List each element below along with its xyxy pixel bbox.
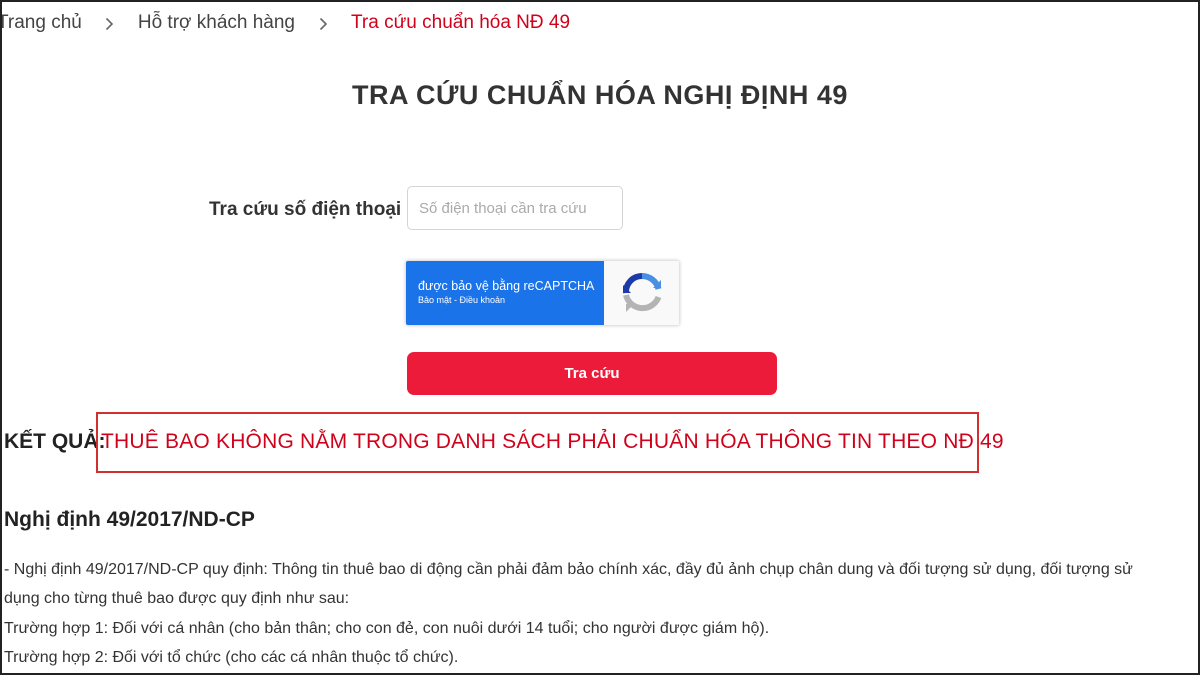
phone-label: Tra cứu số điện thoại [209,199,402,220]
decree-case-2: Trường hợp 2: Đối với tổ chức (cho các c… [4,649,459,666]
search-submit-button[interactable]: Tra cứu [407,352,777,395]
result-label: KẾT QUẢ: [4,430,106,453]
decree-heading: Nghị định 49/2017/ND-CP [4,508,255,531]
chevron-right-icon [295,13,351,34]
result-value: THUÊ BAO KHÔNG NẰM TRONG DANH SÁCH PHẢI … [101,430,1004,453]
recaptcha-text-panel: được bảo vệ bằng reCAPTCHA Bảo mật - Điề… [406,261,604,325]
recaptcha-protected-text: được bảo vệ bằng reCAPTCHA [418,279,595,293]
recaptcha-logo-icon [604,261,679,325]
breadcrumb-current: Tra cứu chuẩn hóa NĐ 49 [351,12,571,33]
recaptcha-widget[interactable]: được bảo vệ bằng reCAPTCHA Bảo mật - Điề… [406,261,679,325]
recaptcha-terms-link[interactable]: Điều khoản [460,295,506,305]
phone-input[interactable] [407,186,623,230]
decree-paragraph-line-2: dụng cho từng thuê bao được quy định như… [4,590,350,607]
chevron-right-icon [82,13,138,34]
recaptcha-privacy-link[interactable]: Bảo mật [418,295,452,305]
decree-paragraph-line-1: - Nghị định 49/2017/ND-CP quy định: Thôn… [4,561,1133,578]
breadcrumb-support-link[interactable]: Hỗ trợ khách hàng [138,12,295,34]
page-title: TRA CỨU CHUẨN HÓA NGHỊ ĐỊNH 49 [352,80,848,110]
breadcrumb: Trang chủ Hỗ trợ khách hàng Tra cứu chuẩ… [0,10,570,36]
recaptcha-link-separator: - [451,295,460,305]
breadcrumb-home-link[interactable]: Trang chủ [0,12,82,34]
recaptcha-links: Bảo mật - Điều khoản [418,294,604,306]
decree-case-1: Trường hợp 1: Đối với cá nhân (cho bản t… [4,620,770,637]
